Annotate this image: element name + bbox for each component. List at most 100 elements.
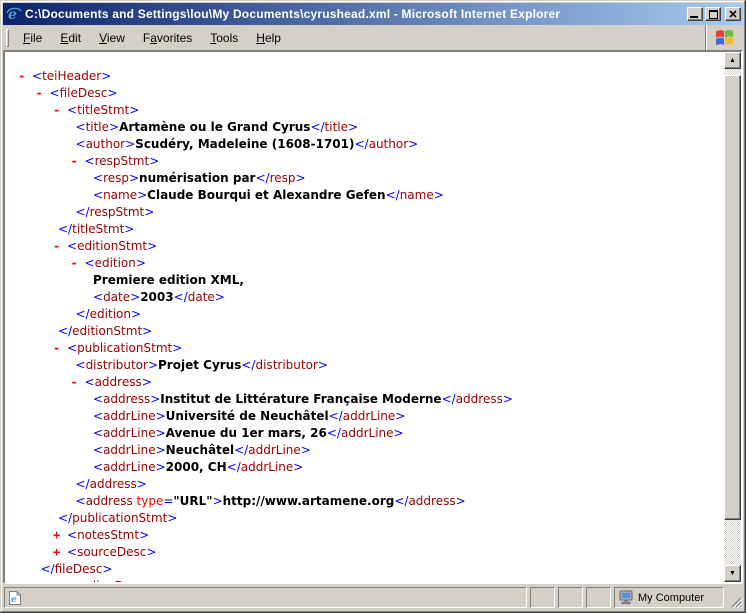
menu-item-help[interactable]: Help (247, 28, 290, 48)
vertical-scrollbar[interactable]: ▲ ▼ (724, 52, 741, 582)
xml-markup: > (148, 358, 158, 372)
xml-markup: > (131, 307, 141, 321)
xml-markup: > (107, 86, 117, 100)
xml-markup: < (67, 341, 77, 355)
xml-tag-name: edition (95, 256, 136, 270)
xml-markup: </ (58, 324, 72, 338)
xml-tag-name: encodingDesc (60, 579, 145, 582)
xml-tag-name: address (95, 375, 142, 389)
xml-markup: > (146, 545, 156, 559)
xml-line: <title>Artamène ou le Grand Cyrus</title… (6, 119, 724, 136)
scroll-up-button[interactable]: ▲ (724, 52, 741, 69)
xml-markup: < (93, 443, 103, 457)
xml-markup: > (213, 494, 223, 508)
menu-item-file[interactable]: File (14, 28, 51, 48)
xml-markup: > (348, 120, 358, 134)
xml-tag-name: author (86, 137, 126, 151)
scrollbar-thumb[interactable] (724, 75, 741, 520)
xml-markup: </ (174, 290, 188, 304)
xml-markup: > (394, 426, 404, 440)
xml-tag-name: address (408, 494, 455, 508)
xml-markup: > (172, 341, 182, 355)
xml-markup: > (144, 579, 154, 582)
xml-markup: </ (76, 477, 90, 491)
xml-tag-name: address (86, 494, 133, 508)
xml-line: -<teiHeader> (6, 68, 724, 85)
xml-markup: > (101, 69, 111, 83)
xml-markup: </ (76, 307, 90, 321)
xml-markup: > (456, 494, 466, 508)
xml-markup: > (301, 443, 311, 457)
scroll-down-button[interactable]: ▼ (724, 565, 741, 582)
xml-tag-name: date (188, 290, 215, 304)
xml-line: -<fileDesc> (6, 85, 724, 102)
menu-bar: FileEditViewFavoritesToolsHelp (3, 25, 743, 50)
xml-markup: </ (76, 205, 90, 219)
xml-tag-name: distributor (86, 358, 148, 372)
status-panel-3 (586, 587, 611, 608)
resize-grip[interactable] (727, 587, 742, 608)
xml-text-node: Artamène ou le Grand Cyrus (119, 120, 310, 134)
xml-markup: < (93, 188, 103, 202)
xml-markup: > (167, 511, 177, 525)
status-bar: e My Computer (3, 584, 743, 610)
expand-toggle[interactable]: + (53, 527, 67, 544)
xml-markup: < (93, 426, 103, 440)
collapse-toggle[interactable]: - (18, 68, 32, 85)
xml-line: -<respStmt> (6, 153, 724, 170)
xml-markup: > (139, 528, 149, 542)
document-page-icon: e (8, 590, 22, 606)
xml-markup: > (318, 358, 328, 372)
collapse-toggle[interactable]: - (53, 340, 67, 357)
xml-line: -<titleStmt> (6, 102, 724, 119)
xml-line: <addrLine>Avenue du 1er mars, 26</addrLi… (6, 425, 724, 442)
xml-tag-name: title (86, 120, 109, 134)
xml-tag-name: name (400, 188, 434, 202)
xml-tag-name: titleStmt (72, 222, 124, 236)
xml-line: </edition> (6, 306, 724, 323)
xml-markup: < (50, 86, 60, 100)
xml-markup: </ (327, 426, 341, 440)
xml-line: +<encodingDesc> (6, 578, 724, 582)
xml-markup: > (156, 443, 166, 457)
my-computer-icon (618, 590, 634, 605)
xml-tag-name: addrLine (103, 409, 156, 423)
expand-toggle[interactable]: + (53, 544, 67, 561)
xml-tag-name: address (103, 392, 150, 406)
xml-markup: < (85, 375, 95, 389)
close-button[interactable] (725, 7, 741, 21)
xml-tag-name: address (456, 392, 503, 406)
collapse-toggle[interactable]: - (53, 102, 67, 119)
menu-grip-handle[interactable] (6, 29, 9, 47)
expand-toggle[interactable]: + (36, 578, 50, 582)
xml-markup: > (150, 392, 160, 406)
xml-line: <distributor>Projet Cyrus</distributor> (6, 357, 724, 374)
menu-item-favorites[interactable]: Favorites (134, 28, 201, 48)
maximize-button[interactable] (705, 7, 721, 21)
menu-item-edit[interactable]: Edit (51, 28, 90, 48)
xml-tag-name: editionStmt (72, 324, 142, 338)
xml-markup: < (93, 171, 103, 185)
minimize-button[interactable] (687, 7, 703, 21)
xml-text-node: Avenue du 1er mars, 26 (166, 426, 327, 440)
collapse-toggle[interactable]: - (71, 153, 85, 170)
xml-text-node: Neuchâtel (166, 443, 234, 457)
xml-markup: > (130, 290, 140, 304)
scrollbar-track[interactable] (724, 69, 741, 565)
xml-text-node: numérisation par (139, 171, 255, 185)
xml-markup: < (93, 392, 103, 406)
xml-text-node: 2003 (140, 290, 173, 304)
xml-markup: < (85, 256, 95, 270)
xml-markup: > (124, 222, 134, 236)
collapse-toggle[interactable]: - (71, 374, 85, 391)
xml-line: </respStmt> (6, 204, 724, 221)
collapse-toggle[interactable]: - (71, 255, 85, 272)
xml-attr-name: type (137, 494, 164, 508)
status-panel-1 (530, 587, 555, 608)
xml-tag-name: name (103, 188, 137, 202)
menu-item-view[interactable]: View (90, 28, 134, 48)
xml-markup: > (156, 460, 166, 474)
menu-item-tools[interactable]: Tools (201, 28, 247, 48)
collapse-toggle[interactable]: - (36, 85, 50, 102)
collapse-toggle[interactable]: - (53, 238, 67, 255)
